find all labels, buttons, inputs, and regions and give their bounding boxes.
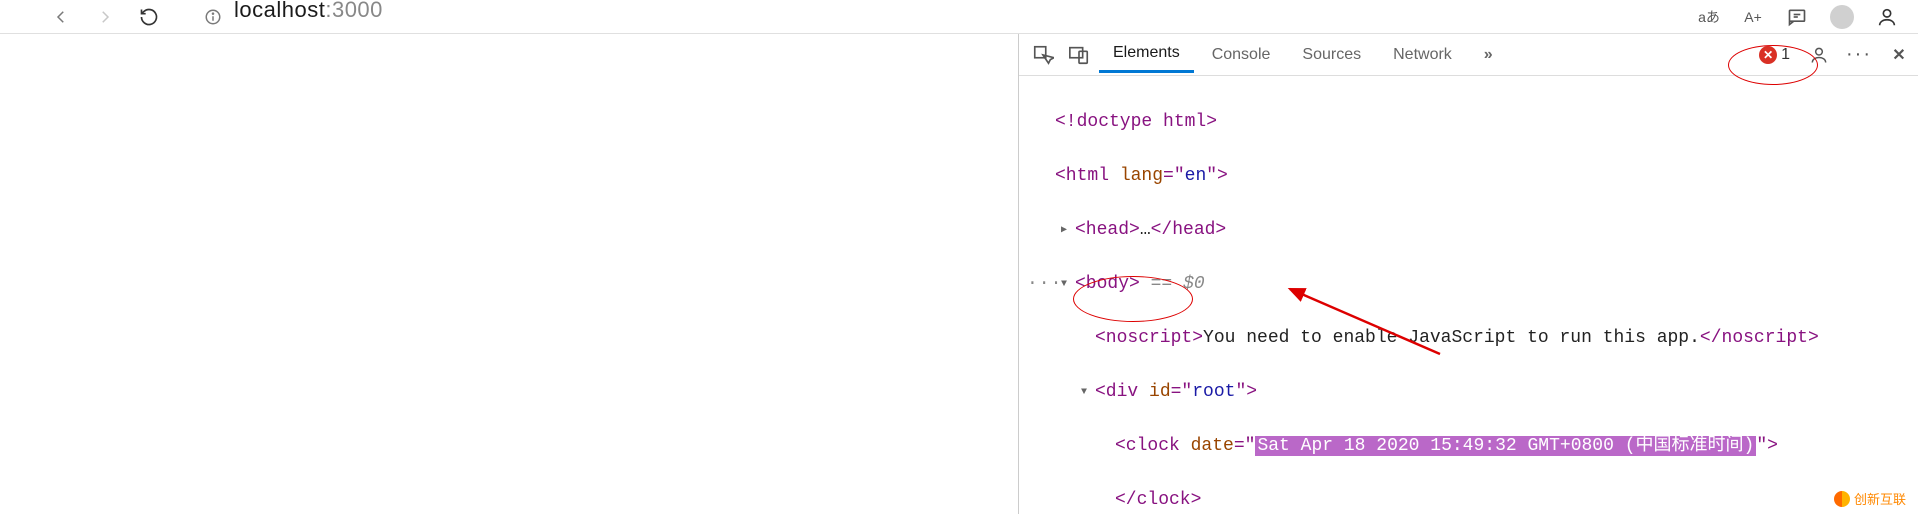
elements-tree[interactable]: <!doctype html> <html lang="en"> ▶<head>… [1019, 76, 1918, 514]
code-line[interactable]: <noscript>You need to enable JavaScript … [1023, 325, 1918, 352]
devtools-menu-icon[interactable]: ··· [1848, 44, 1870, 66]
url-text: localhost:3000 [234, 0, 383, 23]
code-line[interactable]: </clock> [1023, 487, 1918, 514]
error-icon: ✕ [1759, 46, 1777, 64]
code-line[interactable]: <clock date="Sat Apr 18 2020 15:49:32 GM… [1023, 433, 1918, 460]
watermark-logo-icon [1834, 491, 1850, 507]
expand-triangle-icon[interactable]: ▼ [1081, 385, 1087, 400]
inspect-icon[interactable] [1027, 39, 1059, 71]
code-line[interactable]: ▼<div id="root"> [1023, 379, 1918, 406]
browser-toolbar: localhost:3000 aあ A+ [0, 0, 1918, 34]
back-button[interactable] [50, 6, 72, 28]
account-icon[interactable] [1876, 6, 1898, 28]
favorites-add-icon[interactable]: A+ [1742, 6, 1764, 28]
tab-elements[interactable]: Elements [1099, 36, 1194, 73]
expand-triangle-icon[interactable]: ▶ [1061, 223, 1067, 238]
code-line[interactable]: ···▼<body> == $0 [1023, 271, 1918, 298]
code-line[interactable]: <!doctype html> [1023, 109, 1918, 136]
devtools-close-icon[interactable]: ✕ [1888, 44, 1910, 66]
devtools-account-icon[interactable] [1808, 44, 1830, 66]
tabs-overflow[interactable]: » [1470, 38, 1507, 72]
forward-button[interactable] [94, 6, 116, 28]
devtools-tabbar: Elements Console Sources Network » ✕ 1 ·… [1019, 34, 1918, 76]
watermark-text: 创新互联 [1854, 489, 1906, 508]
code-line[interactable]: <html lang="en"> [1023, 163, 1918, 190]
device-toggle-icon[interactable] [1063, 39, 1095, 71]
tab-sources[interactable]: Sources [1288, 38, 1375, 72]
feedback-icon[interactable] [1786, 6, 1808, 28]
code-line[interactable]: ▶<head>…</head> [1023, 217, 1918, 244]
profile-avatar[interactable] [1830, 5, 1854, 29]
reader-icon[interactable]: aあ [1698, 6, 1720, 28]
page-viewport[interactable] [0, 34, 1018, 514]
selected-dots: ··· [1027, 271, 1062, 298]
toolbar-right: aあ A+ [1698, 5, 1898, 29]
tab-console[interactable]: Console [1198, 38, 1285, 72]
address-bar[interactable]: localhost:3000 [204, 8, 1684, 26]
info-icon [204, 8, 222, 26]
watermark: 创新互联 [1828, 487, 1912, 510]
highlighted-attribute: Sat Apr 18 2020 15:49:32 GMT+0800 (中国标准时… [1255, 436, 1756, 456]
error-count: 1 [1781, 46, 1790, 64]
refresh-button[interactable] [138, 6, 160, 28]
error-indicator[interactable]: ✕ 1 [1759, 46, 1790, 64]
tab-network[interactable]: Network [1379, 38, 1466, 72]
expand-triangle-icon[interactable]: ▼ [1061, 277, 1067, 292]
devtools-panel: Elements Console Sources Network » ✕ 1 ·… [1018, 34, 1918, 514]
